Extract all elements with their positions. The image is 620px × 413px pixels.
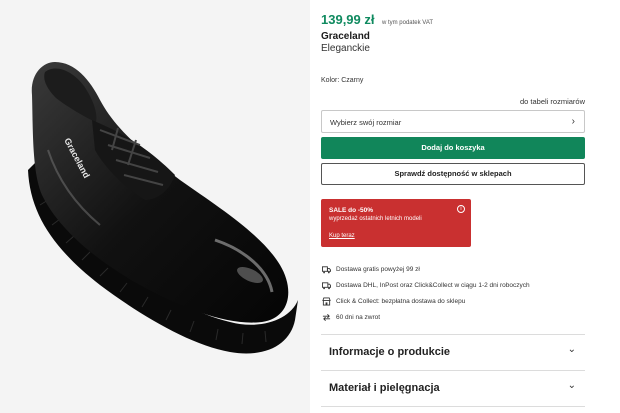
accordion-label: Informacje o produkcie bbox=[329, 346, 451, 358]
chevron-down-icon: ⌄ bbox=[567, 344, 576, 355]
feature-text: Dostawa DHL, InPost oraz Click&Collect w… bbox=[336, 282, 530, 289]
product-image-panel: Graceland bbox=[0, 0, 310, 413]
sale-shop-now-link[interactable]: Kup teraz bbox=[329, 233, 355, 239]
delivery-van-icon bbox=[322, 282, 331, 290]
divider bbox=[321, 406, 585, 407]
accordion-product-info[interactable]: Informacje o produkcie ⌄ bbox=[321, 335, 585, 369]
size-select-label: Wybierz swój rozmiar bbox=[330, 118, 402, 127]
size-chart-link[interactable]: do tabeli rozmiarów bbox=[520, 97, 585, 106]
product-brand[interactable]: Graceland bbox=[321, 31, 370, 42]
feature-text: Dostawa gratis powyżej 99 zł bbox=[336, 266, 420, 273]
sale-subtitle: wyprzedaż ostatnich letnich modeli bbox=[329, 216, 422, 222]
truck-icon bbox=[322, 266, 331, 274]
add-to-cart-button[interactable]: Dodaj do koszyka bbox=[321, 137, 585, 159]
info-icon[interactable]: i bbox=[457, 205, 465, 213]
sale-title: SALE do -50% bbox=[329, 207, 374, 214]
vat-note: w tym podatek VAT bbox=[381, 20, 434, 26]
sale-banner: SALE do -50% wyprzedaż ostatnich letnich… bbox=[321, 199, 471, 247]
product-model: Eleganckie bbox=[321, 43, 370, 54]
size-select[interactable]: Wybierz swój rozmiar › bbox=[321, 110, 585, 133]
feature-text: Click & Collect: bezpłatna dostawa do sk… bbox=[336, 298, 466, 305]
shoe-image: Graceland bbox=[28, 62, 298, 354]
store-icon bbox=[322, 297, 331, 306]
product-color: Kolor: Czarny bbox=[321, 77, 364, 84]
chevron-right-icon: › bbox=[571, 116, 575, 127]
return-arrows-icon bbox=[322, 314, 331, 321]
accordion-label: Materiał i pielęgnacja bbox=[329, 382, 440, 394]
price-row: 139,99 zł w tym podatek VAT bbox=[321, 11, 433, 29]
product-price: 139,99 zł bbox=[321, 12, 375, 27]
check-availability-button[interactable]: Sprawdź dostępność w sklepach bbox=[321, 163, 585, 185]
chevron-down-icon: ⌄ bbox=[567, 380, 576, 391]
accordion-material-care[interactable]: Materiał i pielęgnacja ⌄ bbox=[321, 371, 585, 405]
feature-text: 60 dni na zwrot bbox=[336, 314, 381, 321]
